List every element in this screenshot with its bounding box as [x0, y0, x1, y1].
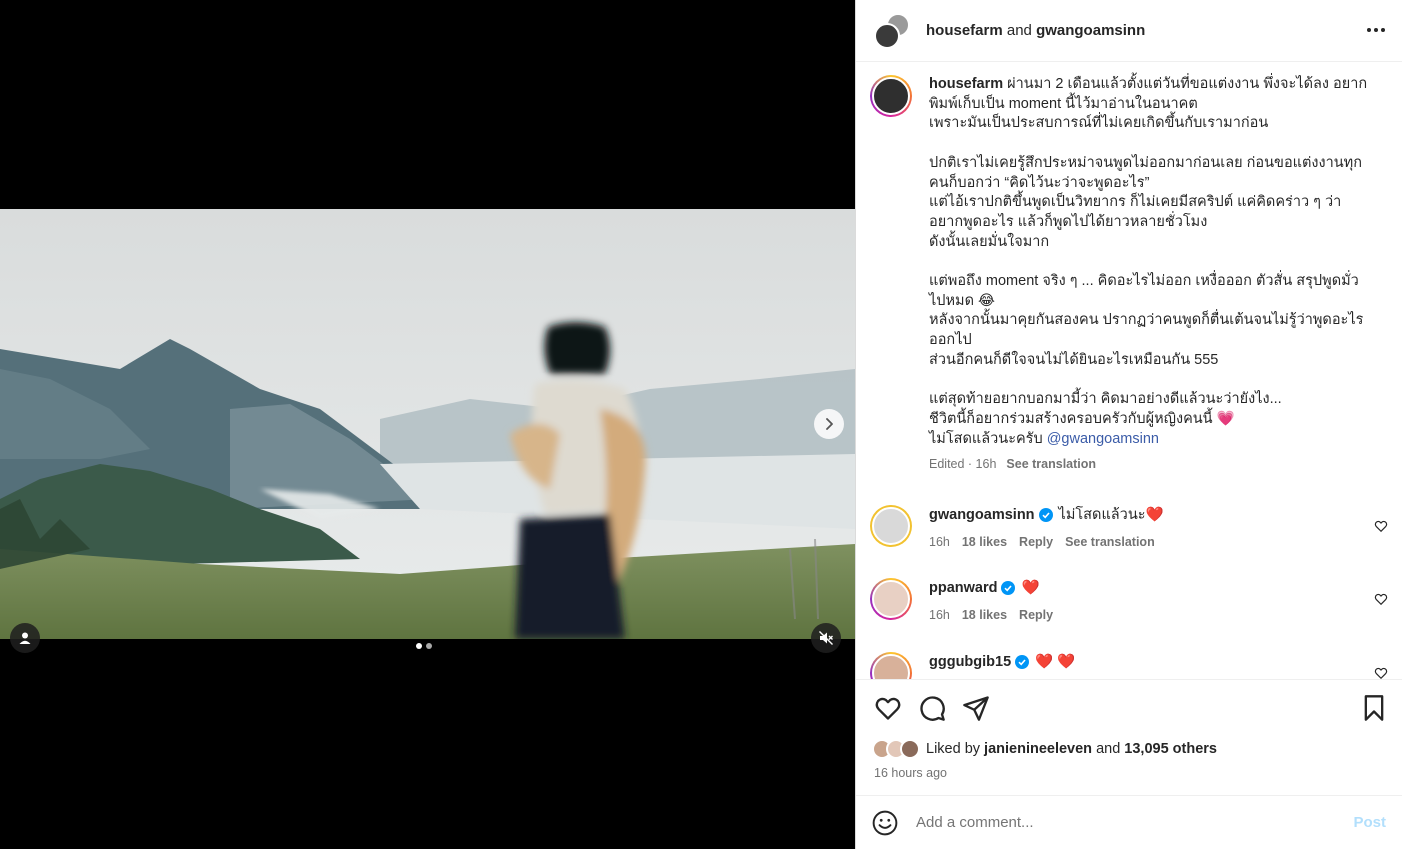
comment-time[interactable]: 16h [929, 535, 950, 549]
caption-avatar[interactable] [870, 75, 912, 117]
authors-joiner: and [1002, 22, 1037, 39]
caption-username[interactable]: housefarm [929, 76, 1003, 92]
comment-avatar[interactable] [870, 652, 912, 679]
liked-by-prefix: Liked by [926, 741, 985, 757]
comment-see-translation[interactable]: See translation [1065, 535, 1155, 549]
caption-line: หลังจากนั้นมาคุยกันสองคน ปรากฏว่าคนพูดก็… [929, 312, 1364, 329]
caption-line: ไม่โสดแล้วนะครับ [929, 430, 1043, 447]
tagged-users-button[interactable] [10, 623, 40, 653]
slide-dot-active [416, 643, 422, 649]
muted-icon [819, 631, 833, 645]
comment-item: gwangoamsinn ไม่โสดแล้วนะ❤️ 16h 18 likes R… [870, 505, 1388, 549]
post-timestamp[interactable]: 16 hours ago [874, 766, 947, 780]
post-comment-button[interactable]: Post [1353, 814, 1386, 831]
mute-toggle-button[interactable] [811, 623, 841, 653]
post-header: housefarm and gwangoamsinn [856, 0, 1402, 62]
slide-indicator [416, 643, 432, 649]
add-comment-bar: Post [856, 795, 1402, 849]
post-actions: Liked by janienineeleven and 13,095 othe… [856, 679, 1402, 795]
heart-outline-icon[interactable] [1374, 666, 1388, 679]
caption-line: คนก็บอกว่า “คิดไว้นะว่าจะพูดอะไร” [929, 174, 1150, 191]
comment-text: ไม่โสดแล้วนะ❤️ [1058, 507, 1164, 523]
comment-time[interactable]: 16h [929, 608, 950, 622]
caption-line: ปกติเราไม่เคยรู้สึกประหม่าจนพูดไม่ออกมาก… [929, 154, 1362, 171]
post-authors: housefarm and gwangoamsinn [926, 22, 1145, 39]
emoji-icon[interactable] [872, 810, 898, 836]
comment-likes[interactable]: 18 likes [962, 535, 1007, 549]
chevron-right-icon [826, 418, 833, 430]
verified-icon [1001, 581, 1016, 595]
caption-line: ออกไป [929, 332, 972, 349]
post-media-viewer [0, 0, 855, 849]
verified-icon [1038, 508, 1053, 522]
liker-avatar [900, 739, 920, 759]
comment-icon[interactable] [918, 694, 946, 722]
heart-outline-icon[interactable] [1374, 519, 1388, 533]
caption-line: ดังนั้นเลยมั่นใจมาก [929, 233, 1050, 250]
comment-username[interactable]: ppanward [929, 578, 997, 598]
comments-scroll-area[interactable]: housefarm ผ่านมา 2 เดือนแล้วตั้งแต่วันที่… [856, 63, 1402, 679]
comment-text: ❤️ [1021, 580, 1040, 596]
caption-line: ผ่านมา 2 เดือนแล้วตั้งแต่วันที่ขอแต่งงาน… [1007, 76, 1368, 92]
avatar-author [874, 22, 900, 49]
verified-icon [1015, 655, 1030, 669]
comment-avatar[interactable] [870, 505, 912, 547]
comment-username[interactable]: gggubgib15 [929, 652, 1011, 672]
caption-line: ชีวิตนี้ก็อยากร่วมสร้างครอบครัวกับผู้หญิ… [929, 410, 1235, 427]
caption-line: ไปหมด 😂 [929, 292, 996, 309]
comment-input[interactable] [916, 814, 1354, 831]
post-details-panel: housefarm and gwangoamsinn housefarm ผ่าน… [855, 0, 1402, 849]
post-video[interactable] [0, 209, 855, 639]
author-username[interactable]: housefarm [926, 22, 1003, 39]
more-icon [1367, 28, 1371, 32]
see-translation-link[interactable]: See translation [1006, 457, 1096, 471]
comment-likes[interactable]: 18 likes [962, 608, 1007, 622]
caption-line: พิมพ์เก็บเป็น moment นี้ไว้มาอ่านในอนาคต [929, 95, 1198, 112]
caption-meta: Edited · 16h See translation [929, 455, 1377, 475]
caption-line: แต่ไอ้เราปกติขึ้นพูดเป็นวิทยากร ก็ไม่เคย… [929, 194, 1342, 211]
post-caption: housefarm ผ่านมา 2 เดือนแล้วตั้งแต่วันที่… [870, 75, 1380, 475]
bookmark-icon[interactable] [1360, 694, 1388, 722]
more-options-button[interactable] [1364, 20, 1388, 40]
like-button-heart-icon[interactable] [874, 694, 902, 722]
edited-timestamp[interactable]: Edited · 16h [929, 457, 996, 471]
likes-count[interactable]: 13,095 others [1124, 741, 1217, 757]
liked-by-middle: and [1092, 741, 1125, 757]
liked-by-summary[interactable]: Liked by janienineeleven and 13,095 othe… [872, 739, 1217, 759]
video-frame-mountain-scene [0, 209, 855, 639]
comment-reply-button[interactable]: Reply [1019, 535, 1053, 549]
comment-username[interactable]: gwangoamsinn [929, 505, 1035, 525]
heart-outline-icon[interactable] [1374, 592, 1388, 606]
next-slide-button[interactable] [814, 409, 844, 439]
share-icon[interactable] [962, 694, 990, 722]
comment-item: ppanward ❤️ 16h 18 likes Reply [870, 578, 1388, 622]
caption-line: ส่วนอีกคนก็ดีใจจนไม่ได้ยินอะไรเหมือนกัน … [929, 351, 1219, 368]
comment-item: gggubgib15 ❤️ ❤️ [870, 652, 1388, 679]
comment-reply-button[interactable]: Reply [1019, 608, 1053, 622]
caption-mention-link[interactable]: @gwangoamsinn [1047, 431, 1159, 447]
comment-text: ❤️ ❤️ [1035, 654, 1076, 670]
caption-line: แต่พอถึง moment จริง ๆ ... คิดอะไรไม่ออก… [929, 273, 1359, 290]
comment-avatar[interactable] [870, 578, 912, 620]
caption-line: เพราะมันเป็นประสบการณ์ที่ไม่เคยเกิดขึ้นก… [929, 115, 1269, 132]
slide-dot [426, 643, 432, 649]
collaborator-username[interactable]: gwangoamsinn [1036, 22, 1145, 39]
caption-line: อยากพูดอะไร แล้วก็พูดไปได้ยาวหลายชั่วโมง [929, 213, 1208, 230]
user-tag-icon [19, 632, 31, 644]
collab-avatars[interactable] [872, 12, 912, 49]
liked-by-user[interactable]: janienineeleven [984, 741, 1092, 757]
caption-line: แต่สุดท้ายอยากบอกมามี้ว่า คิดมาอย่างดีแล… [929, 391, 1282, 408]
